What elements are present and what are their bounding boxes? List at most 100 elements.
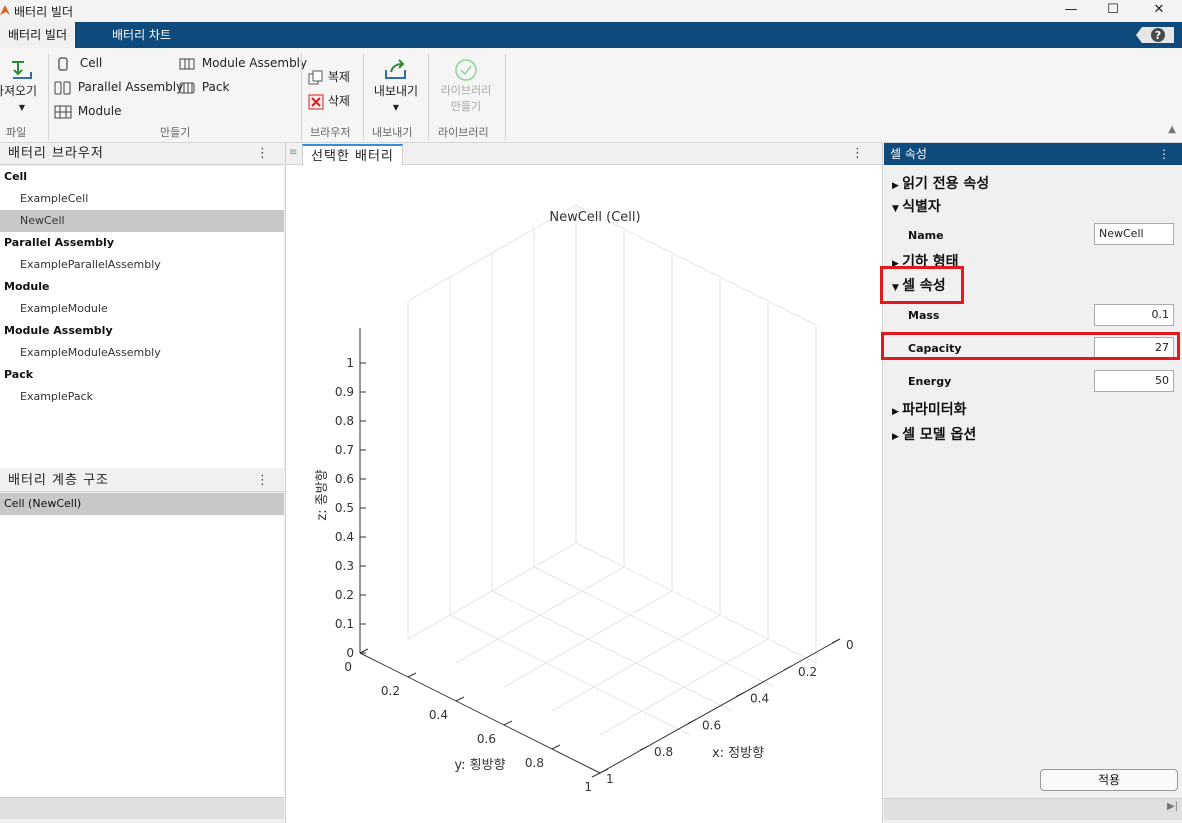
left-scrollbar[interactable] (0, 797, 284, 819)
module-label: Module (77, 104, 122, 118)
panel-menu-icon[interactable]: ⋮ (256, 143, 270, 165)
tab-battery-builder[interactable]: 배터리 빌더 (0, 22, 76, 48)
export-section-label: 내보내기 (372, 126, 413, 139)
x-tick-mark (831, 638, 841, 644)
module-icon (54, 105, 72, 118)
section-identifier-label: 식별자 (902, 199, 941, 215)
name-field[interactable]: NewCell (1094, 223, 1174, 245)
z-tick-label: 0.9 (335, 385, 354, 399)
right-scrollbar[interactable]: ▶| (884, 798, 1182, 820)
apply-button[interactable]: 적용 (1040, 769, 1178, 791)
panel-menu-icon[interactable]: ⋮ (851, 146, 864, 161)
x-tick-label: 0.6 (702, 718, 721, 732)
minimize-button[interactable]: — (1048, 0, 1094, 22)
x-tick-mark (591, 772, 601, 778)
panel-menu-icon[interactable]: ⋮ (1158, 143, 1170, 165)
create-library-label-2: 만들기 (450, 100, 482, 113)
export-icon (385, 59, 406, 79)
drag-handle-icon[interactable]: ≡ (289, 147, 297, 158)
battery-builder-app: 배터리 빌더 — ☐ ✕ 배터리 빌더 배터리 차트 ? 가져오기 ▼ 파일 C… (0, 0, 1182, 823)
tree-item-exampleparallelassembly[interactable]: ExampleParallelAssembly (0, 254, 284, 276)
collapse-toolstrip-icon[interactable]: ▲ (1168, 124, 1176, 135)
cell-button[interactable]: Cell (56, 56, 102, 71)
copy-icon (308, 70, 323, 84)
expand-icon[interactable]: ▶| (1167, 801, 1178, 812)
z-tick-label: 1 (346, 356, 354, 370)
import-label: 가져오기 (0, 84, 38, 98)
properties-header: 셀 속성 ⋮ (884, 143, 1182, 165)
parallel-assembly-button[interactable]: Parallel Assembly (54, 80, 183, 95)
divider (363, 54, 364, 140)
tree-group-module-assembly[interactable]: Module Assembly (0, 320, 284, 342)
tree-item-examplemoduleassembly[interactable]: ExampleModuleAssembly (0, 342, 284, 364)
window-title: 배터리 빌더 (14, 5, 74, 19)
pack-button[interactable]: Pack (178, 80, 229, 95)
highlight-box-capacity (881, 332, 1180, 360)
export-button[interactable]: 내보내기 ▼ (369, 58, 423, 113)
check-circle-icon (455, 59, 477, 81)
cell-label: Cell (79, 56, 103, 70)
x-tick-mark (687, 718, 697, 724)
z-tick-label: 0.3 (335, 559, 354, 573)
hierarchy-item-cell[interactable]: Cell (NewCell) (0, 493, 284, 515)
plot-axes[interactable]: 0 0.1 0.2 0.3 0.4 0.5 0.6 0.7 0.8 0.9 1 0 0.2 0.4 0.6… (286, 165, 882, 823)
tree-item-newcell[interactable]: NewCell (0, 210, 284, 232)
properties-panel: 셀 속성 ⋮ ▶ 읽기 전용 속성 ▼ 식별자 Name NewCell ▶ 기… (880, 143, 1182, 823)
z-tick-label: 0.5 (335, 501, 354, 515)
energy-field[interactable]: 50 (1094, 370, 1174, 392)
tree-item-examplepack[interactable]: ExamplePack (0, 386, 284, 408)
chevron-down-icon: ▼ (18, 103, 26, 112)
chevron-down-icon: ▼ (392, 103, 400, 112)
section-readonly[interactable]: ▶ 읽기 전용 속성 (892, 173, 989, 193)
panel-menu-icon[interactable]: ⋮ (256, 470, 270, 492)
tree-group-parallel-assembly[interactable]: Parallel Assembly (0, 232, 284, 254)
module-assembly-label: Module Assembly (201, 56, 308, 70)
y-tick-mark (407, 672, 417, 678)
close-button[interactable]: ✕ (1136, 0, 1182, 22)
help-icon[interactable]: ? (1136, 25, 1176, 45)
toolstrip: 가져오기 ▼ 파일 Cell Parallel Assembly Module … (0, 48, 1182, 143)
divider (505, 54, 506, 140)
tree-group-module[interactable]: Module (0, 276, 284, 298)
section-parameterization[interactable]: ▶ 파라미터화 (892, 399, 966, 419)
divider (301, 54, 302, 140)
browser-section-label: 브라우저 (310, 126, 351, 139)
create-section-label: 만들기 (160, 126, 191, 139)
copy-button[interactable]: 복제 (308, 68, 350, 86)
y-tick-label: 0 (344, 660, 352, 674)
create-library-button[interactable]: 라이브러리 만들기 (433, 58, 499, 114)
y-tick-label: 0.8 (525, 756, 544, 770)
section-cell-model-options[interactable]: ▶ 셀 모델 옵션 (892, 424, 976, 444)
pack-label: Pack (201, 80, 230, 94)
x-tick-mark (735, 692, 745, 698)
file-section-label: 파일 (6, 126, 27, 139)
section-identifier[interactable]: ▼ 식별자 (892, 196, 941, 216)
parallel-assembly-label: Parallel Assembly (77, 80, 184, 94)
z-tick-label: 0.7 (335, 443, 354, 457)
library-section-label: 라이브러리 (438, 126, 489, 139)
hierarchy-title: 배터리 계층 구조 (8, 473, 109, 488)
tab-battery-chart[interactable]: 배터리 차트 (104, 22, 179, 48)
pack-icon (179, 82, 195, 93)
delete-button[interactable]: 삭제 (308, 92, 350, 110)
divider (48, 54, 49, 140)
y-tick-mark (551, 744, 561, 750)
hierarchy-tree: Cell (NewCell) (0, 493, 284, 797)
y-tick-mark (359, 648, 369, 654)
delete-label: 삭제 (327, 94, 350, 108)
tree-group-cell[interactable]: Cell (0, 166, 284, 188)
hierarchy-header: 배터리 계층 구조 ⋮ (0, 470, 284, 492)
section-parameterization-label: 파라미터화 (902, 402, 967, 418)
import-button[interactable]: 가져오기 ▼ (0, 58, 44, 113)
section-readonly-label: 읽기 전용 속성 (902, 176, 990, 192)
x-tick-mark (783, 665, 793, 671)
module-assembly-button[interactable]: Module Assembly (178, 56, 307, 71)
maximize-button[interactable]: ☐ (1090, 0, 1136, 22)
tree-item-examplecell[interactable]: ExampleCell (0, 188, 284, 210)
tree-item-examplemodule[interactable]: ExampleModule (0, 298, 284, 320)
mass-field[interactable]: 0.1 (1094, 304, 1174, 326)
copy-label: 복제 (327, 70, 350, 84)
module-button[interactable]: Module (54, 104, 121, 119)
tab-selected-battery[interactable]: 선택한 배터리 (302, 144, 403, 166)
tree-group-pack[interactable]: Pack (0, 364, 284, 386)
